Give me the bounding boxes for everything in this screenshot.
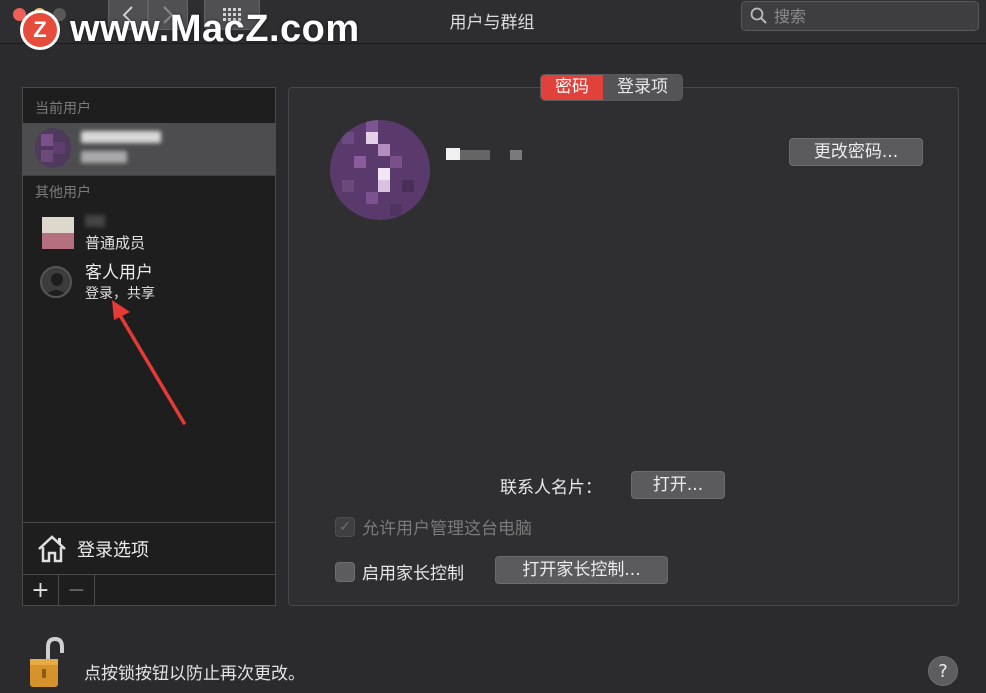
- member-name-redacted: [85, 215, 105, 227]
- current-users-label: 当前用户: [35, 101, 91, 117]
- divider: [23, 175, 275, 176]
- watermark-logo: Z: [20, 9, 60, 50]
- current-user-role-redacted: [81, 151, 127, 163]
- member-avatar: [42, 217, 74, 249]
- add-user-button[interactable]: +: [23, 575, 59, 605]
- parental-control-checkbox[interactable]: [335, 561, 355, 582]
- watermark: Z www.MacZ.com: [20, 8, 360, 51]
- house-icon: [38, 534, 66, 562]
- help-button[interactable]: ?: [928, 656, 958, 686]
- watermark-text: www.MacZ.com: [70, 8, 360, 50]
- allow-admin-label: 允许用户管理这台电脑: [362, 519, 532, 539]
- open-contact-card-button[interactable]: 打开...: [631, 471, 725, 499]
- current-user-row[interactable]: [23, 123, 275, 175]
- other-users-label: 其他用户: [35, 185, 91, 201]
- remove-user-button[interactable]: −: [59, 575, 95, 605]
- window-title: 用户与群组: [449, 13, 535, 33]
- current-user-name-redacted: [81, 131, 161, 143]
- login-options-row[interactable]: 登录选项: [23, 522, 275, 574]
- parental-control-label: 启用家长控制: [362, 564, 464, 584]
- guest-user-name: 客人用户: [85, 263, 153, 283]
- login-options-label: 登录选项: [77, 539, 149, 561]
- lock-icon[interactable]: [28, 637, 64, 689]
- parental-control-row: 启用家长控制: [335, 559, 464, 584]
- change-password-button[interactable]: 更改密码...: [789, 138, 923, 166]
- allow-admin-checkbox[interactable]: ✓: [335, 516, 355, 537]
- member-role: 普通成员: [85, 234, 146, 252]
- contact-card-label: 联系人名片：: [500, 478, 602, 498]
- user-name-redacted: [446, 148, 522, 160]
- current-user-avatar: [35, 128, 71, 168]
- allow-admin-row: ✓ 允许用户管理这台电脑: [335, 514, 532, 539]
- search-input[interactable]: [774, 6, 964, 26]
- guest-avatar-icon: [40, 266, 72, 298]
- tab-password[interactable]: 密码: [541, 75, 603, 100]
- open-parental-controls-button[interactable]: 打开家长控制...: [495, 556, 668, 584]
- user-avatar[interactable]: [330, 120, 430, 220]
- search-field[interactable]: [741, 1, 979, 31]
- annotation-arrow: [112, 300, 186, 425]
- tab-login-items[interactable]: 登录项: [603, 75, 682, 100]
- detail-tabs: 密码 登录项: [540, 74, 683, 101]
- users-list-toolbar: + −: [23, 574, 275, 605]
- search-icon: [750, 7, 767, 24]
- lock-hint-text: 点按锁按钮以防止再次更改。: [84, 664, 305, 684]
